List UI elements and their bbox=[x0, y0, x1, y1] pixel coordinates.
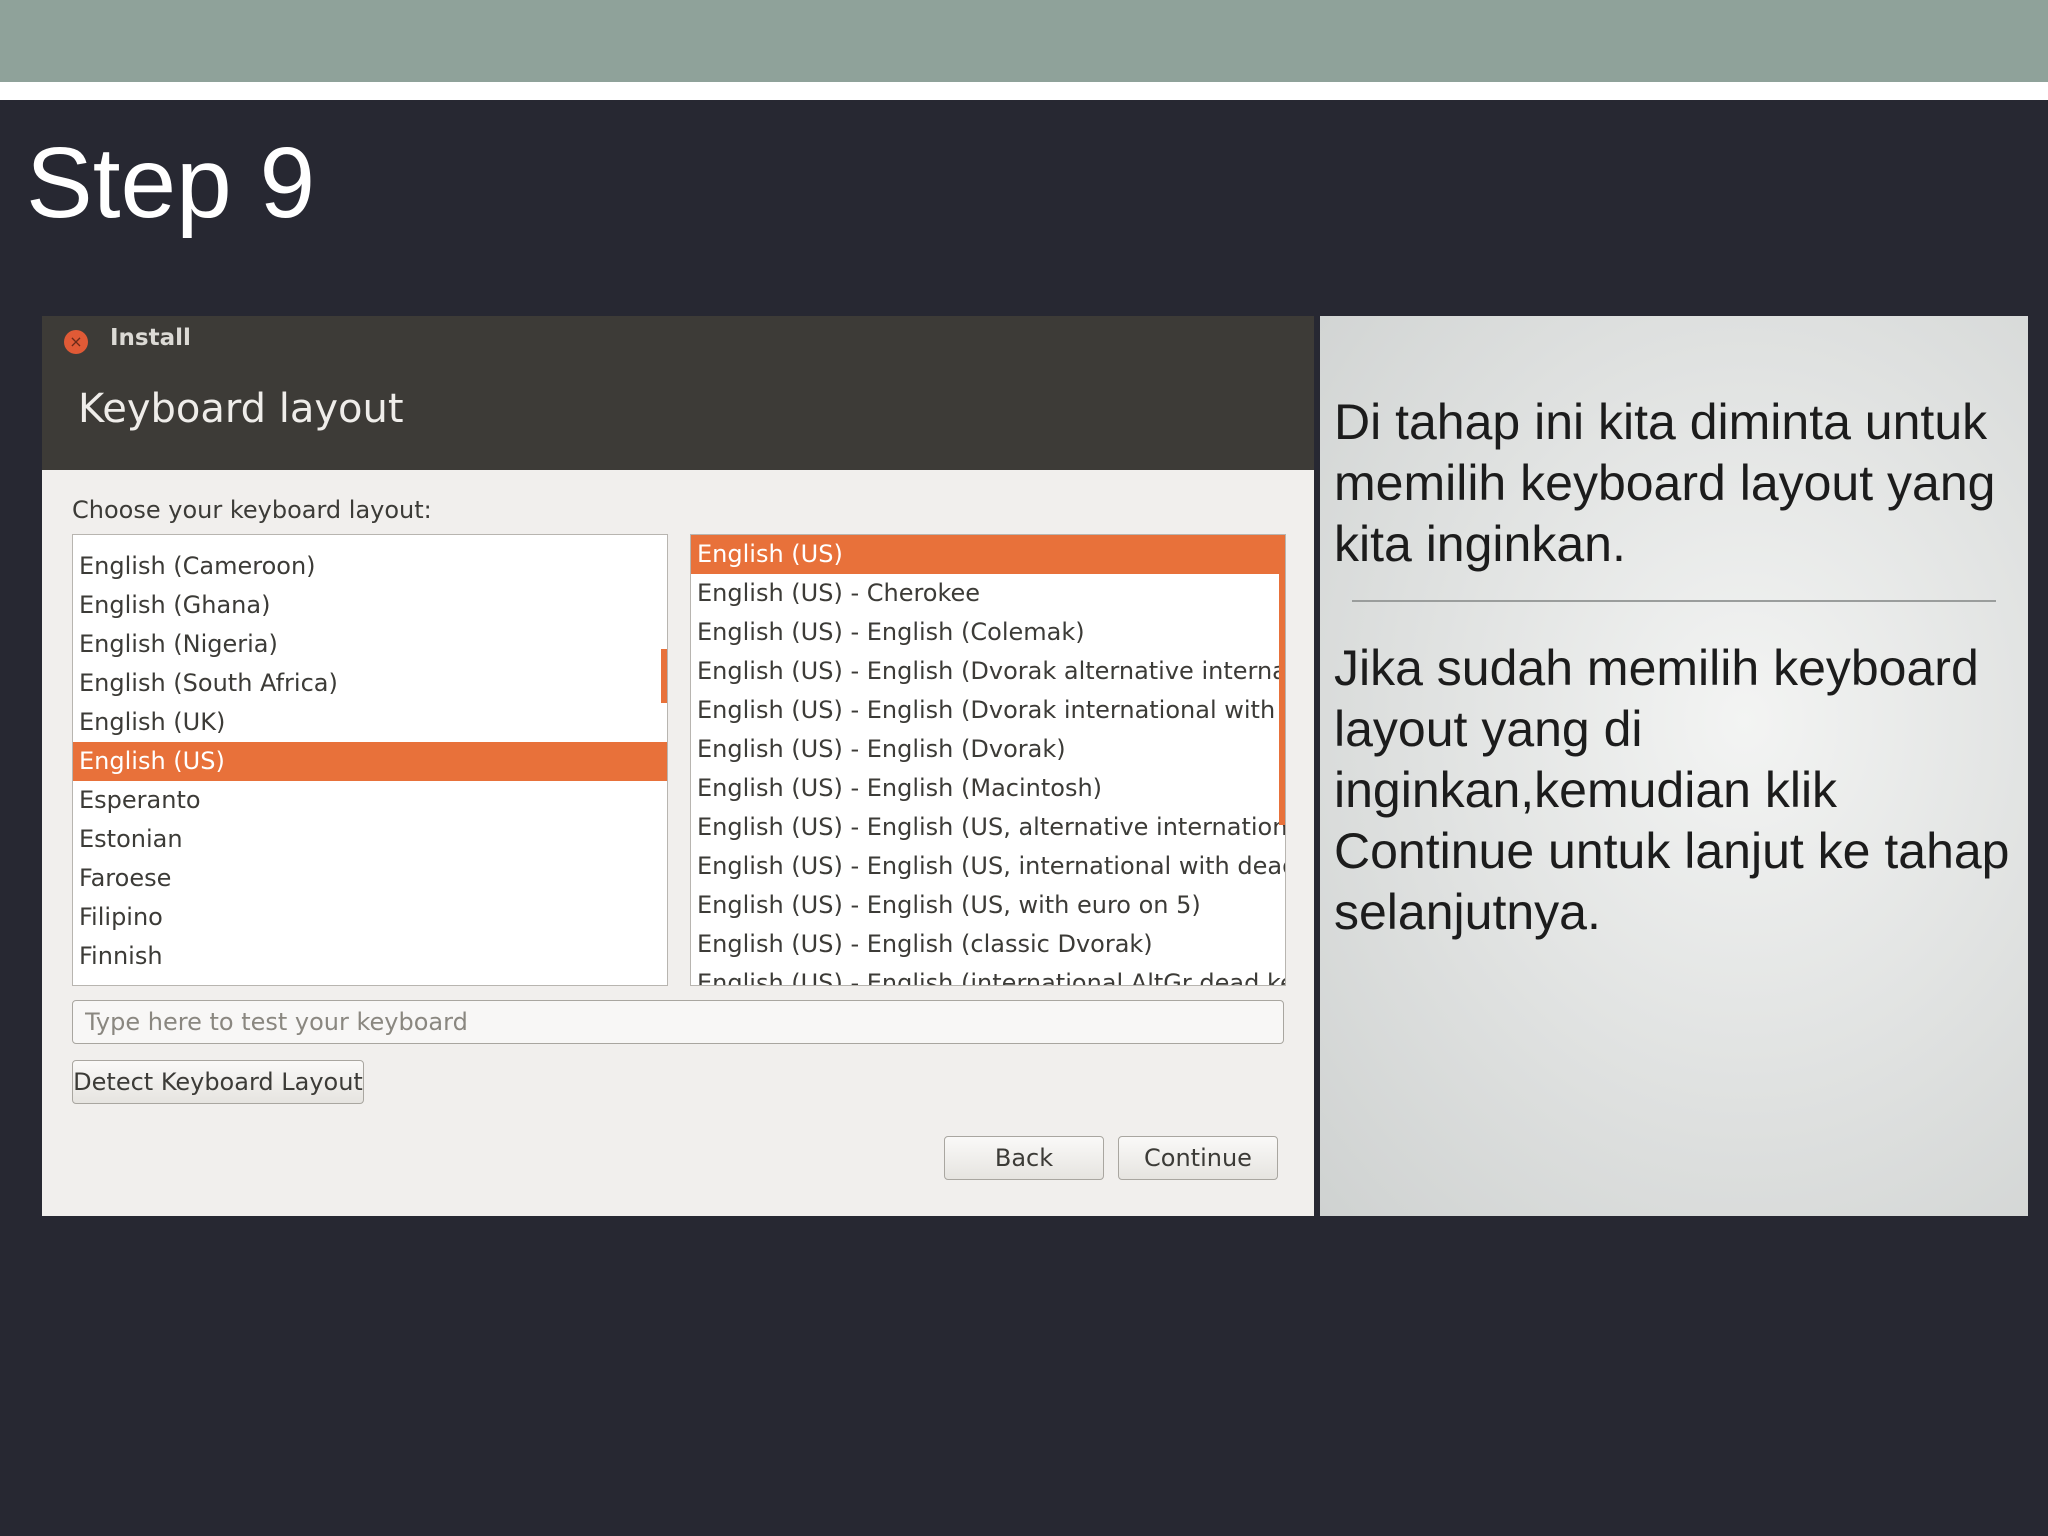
continue-button[interactable]: Continue bbox=[1118, 1136, 1278, 1180]
list-item[interactable]: English (US) - English (US, alternative … bbox=[691, 808, 1285, 847]
list-item[interactable]: Esperanto bbox=[73, 781, 667, 820]
window-title: Install bbox=[110, 325, 191, 351]
list-item[interactable]: Filipino bbox=[73, 898, 667, 937]
description-text-1: Di tahap ini kita diminta untuk memilih … bbox=[1334, 394, 1996, 572]
slide-title: Step 9 bbox=[26, 127, 316, 239]
description-text-2: Jika sudah memilih keyboard layout yang … bbox=[1334, 640, 2010, 940]
variant-list[interactable]: English (US) English (US) - Cherokee Eng… bbox=[690, 534, 1286, 986]
top-band-line bbox=[0, 82, 2048, 100]
variant-list-scrollbar[interactable] bbox=[1279, 535, 1285, 825]
window-header: × Install Keyboard layout bbox=[42, 316, 1314, 470]
list-item[interactable]: English (UK) bbox=[73, 703, 667, 742]
description-divider bbox=[1352, 600, 1996, 602]
top-band bbox=[0, 0, 2048, 82]
list-item[interactable]: English (US) - English (US, with euro on… bbox=[691, 886, 1285, 925]
choose-layout-label: Choose your keyboard layout: bbox=[72, 496, 432, 524]
page-heading: Keyboard layout bbox=[78, 386, 404, 432]
list-item[interactable]: English (US) - English (US, internationa… bbox=[691, 847, 1285, 886]
list-item[interactable]: Estonian bbox=[73, 820, 667, 859]
list-item[interactable]: English (US) - English (international Al… bbox=[691, 964, 1285, 985]
list-item-selected[interactable]: English (US) bbox=[73, 742, 667, 781]
list-item[interactable]: English (US) - Cherokee bbox=[691, 574, 1285, 613]
list-item[interactable]: English (Ghana) bbox=[73, 586, 667, 625]
list-item[interactable]: English (US) - English (classic Dvorak) bbox=[691, 925, 1285, 964]
list-item[interactable]: English (US) - English (Dvorak alternati… bbox=[691, 652, 1285, 691]
detect-layout-button[interactable]: Detect Keyboard Layout bbox=[72, 1060, 364, 1104]
layout-list-scrollbar[interactable] bbox=[661, 649, 667, 703]
keyboard-test-input[interactable] bbox=[72, 1000, 1284, 1044]
list-item[interactable]: English (US) - English (Colemak) bbox=[691, 613, 1285, 652]
list-item-selected[interactable]: English (US) bbox=[691, 535, 1285, 574]
list-item[interactable]: English (Cameroon) bbox=[73, 547, 667, 586]
back-button[interactable]: Back bbox=[944, 1136, 1104, 1180]
list-item[interactable]: English (Nigeria) bbox=[73, 625, 667, 664]
list-item[interactable]: English (US) - English (Dvorak) bbox=[691, 730, 1285, 769]
description-panel: Di tahap ini kita diminta untuk memilih … bbox=[1320, 316, 2028, 1216]
list-item[interactable]: English (US) - English (Macintosh) bbox=[691, 769, 1285, 808]
list-item[interactable]: Faroese bbox=[73, 859, 667, 898]
list-item[interactable]: English (US) - English (Dvorak internati… bbox=[691, 691, 1285, 730]
list-item[interactable]: Finnish bbox=[73, 937, 667, 976]
installer-window: × Install Keyboard layout Choose your ke… bbox=[42, 316, 1314, 1216]
close-icon[interactable]: × bbox=[64, 330, 88, 354]
list-item[interactable]: English (South Africa) bbox=[73, 664, 667, 703]
layout-list[interactable]: English (Cameroon) English (Ghana) Engli… bbox=[72, 534, 668, 986]
